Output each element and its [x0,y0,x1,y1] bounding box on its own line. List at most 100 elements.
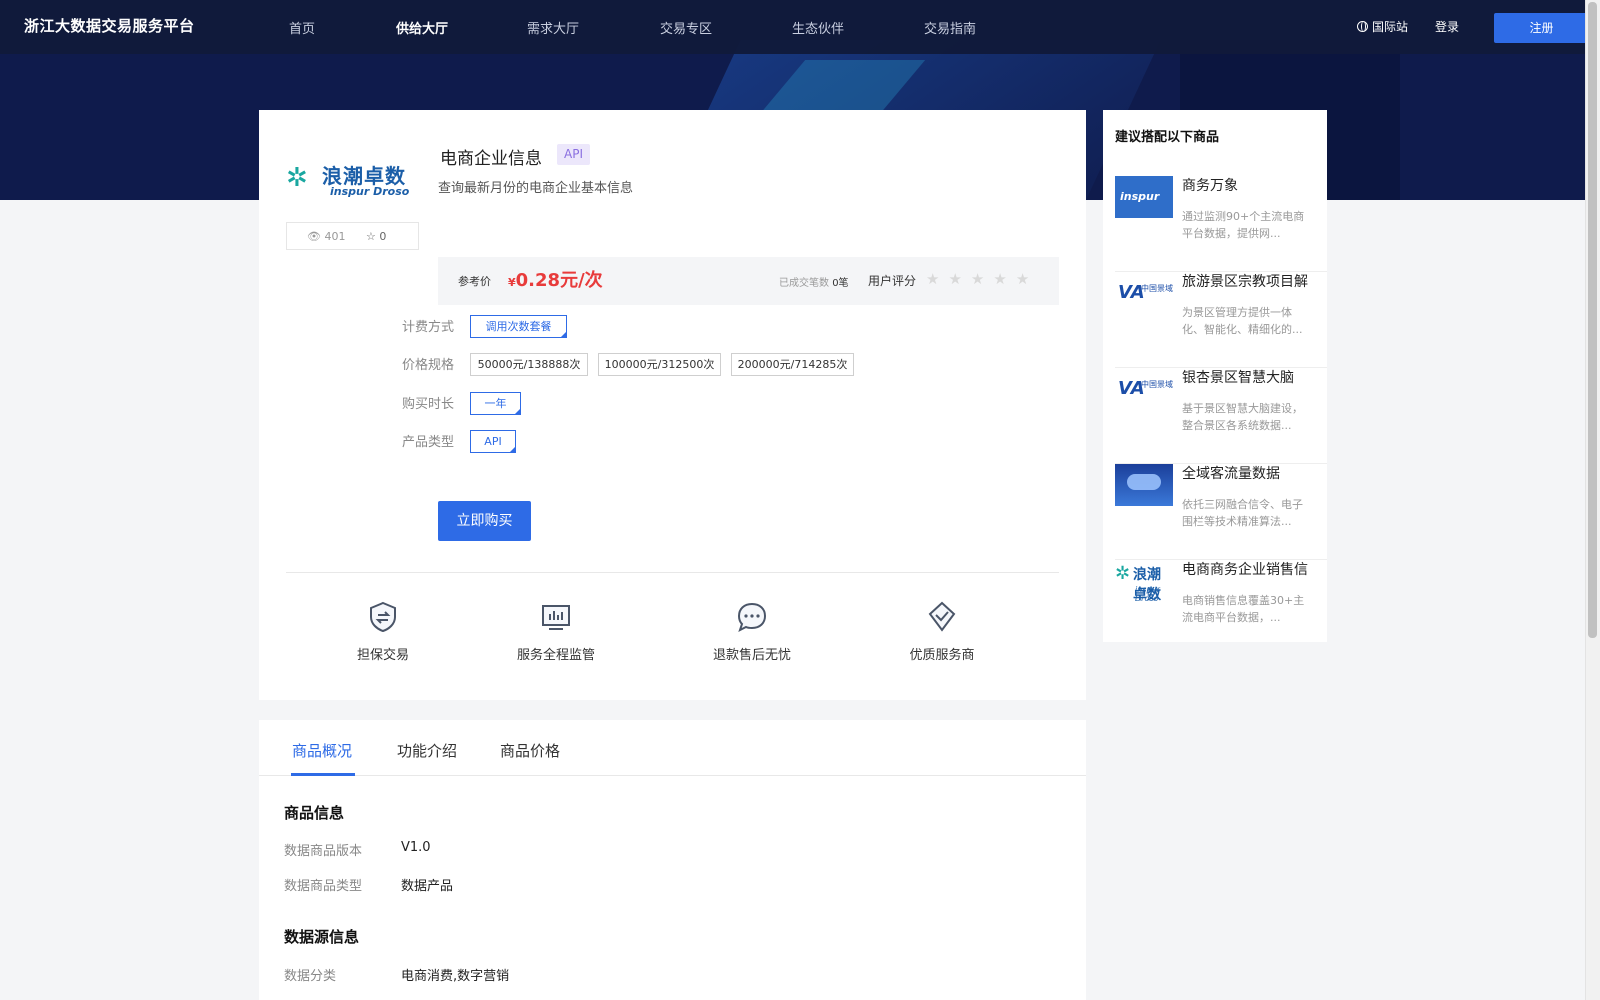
top-navigation: 浙江大数据交易服务平台 首页 供给大厅 需求大厅 交易专区 生态伙伴 交易指南 … [0,0,1589,54]
recommended-item-title: 银杏景区智慧大脑 [1182,370,1294,386]
platform-logo[interactable]: 浙江大数据交易服务平台 [24,15,195,36]
currency-symbol: ¥ [508,276,516,289]
logo-tree-icon: ✲ [286,163,308,193]
product-thumbnail [1115,464,1173,506]
product-details-section: 商品概况 功能介绍 商品价格 商品信息 数据商品版本 V1.0 数据商品类型 数… [259,720,1086,1000]
price-spec-option[interactable]: 50000元/138888次 [470,353,588,376]
nav-item-home[interactable]: 首页 [289,18,315,37]
cloud-icon [1127,474,1161,490]
price-spec-option[interactable]: 100000元/312500次 [598,353,721,376]
product-stats: 👁 401 ☆ 0 [286,222,419,250]
deals-count: 已成交笔数 0笔 [779,274,849,289]
deals-value: 0笔 [832,278,849,289]
nav-item-supply-hall[interactable]: 供给大厅 [396,18,448,37]
buy-now-button[interactable]: 立即购买 [438,501,531,541]
product-type-label: 产品类型 [402,435,455,450]
guarantee-refund: 退款售后无忧 [707,600,797,663]
register-button[interactable]: 注册 [1494,13,1589,43]
price-bar: 参考价 ¥0.28元/次 已成交笔数 0笔 用户评分 ★ ★ ★ ★ ★ [438,257,1059,305]
logo-tree-icon: ✲ [1115,563,1131,584]
duration-option[interactable]: 一年 [470,392,521,415]
favorites-count[interactable]: ☆ 0 [366,230,386,243]
views-count: 👁 401 [307,230,345,243]
guarantee-label: 服务全程监管 [516,648,595,663]
version-value: V1.0 [401,840,431,855]
recommended-item[interactable]: VA 中国景域 旅游景区宗教项目解 为景区管理方提供一体化、智能化、精细化的..… [1115,272,1327,368]
favorites-value: 0 [379,230,387,243]
guarantee-label: 担保交易 [356,648,409,663]
eye-icon: 👁 [307,230,321,243]
price-value: 0.28元/次 [515,270,603,291]
active-tab-indicator [291,773,355,776]
guarantee-supervision: 服务全程监管 [511,600,601,663]
star-icon: ★ [970,270,985,288]
chat-bubble-icon [737,602,767,632]
product-title: 电商企业信息 [440,149,542,169]
international-site-link[interactable]: 国际站 [1357,18,1408,35]
nav-item-trade-zone[interactable]: 交易专区 [660,18,712,37]
nav-item-demand-hall[interactable]: 需求大厅 [527,18,579,37]
tab-features[interactable]: 功能介绍 [397,740,457,761]
product-detail-card: ✲ 浪潮卓数 inspur Droso 👁 401 ☆ 0 电商企业信息 API… [259,110,1086,700]
scrollbar-thumb[interactable] [1588,2,1597,638]
international-site-label: 国际站 [1372,20,1409,34]
nav-item-trade-guide[interactable]: 交易指南 [924,18,976,37]
product-thumbnail: ✲ 浪潮卓数 inspur Droso [1115,560,1173,602]
nav-item-partners[interactable]: 生态伙伴 [792,18,844,37]
recommended-item[interactable]: VA 中国景域 银杏景区智慧大脑 基于景区智慧大脑建设，整合景区各系统数据... [1115,368,1327,464]
diamond-check-icon [928,601,956,632]
recommended-item-desc: 依托三网融合信令、电子围栏等技术精准算法... [1182,498,1303,528]
price-spec-label: 价格规格 [402,358,455,373]
recommended-products: 建议搭配以下商品 inspur 浪潮 商务万象 通过监测90+个主流电商平台数据… [1103,110,1327,642]
logo-text: 中国景域 [1141,380,1173,389]
product-thumbnail: inspur 浪潮 [1115,176,1173,218]
tab-overview[interactable]: 商品概况 [292,740,352,761]
recommended-item-title: 电商商务企业销售信 [1182,562,1308,578]
guarantee-label: 优质服务商 [909,648,975,663]
data-category-value: 电商消费,数字营销 [401,969,510,984]
recommended-item-desc: 电商销售信息覆盖30+主流电商平台数据，... [1182,594,1305,624]
billing-method-label: 计费方式 [402,320,455,335]
product-thumbnail: VA 中国景域 [1115,368,1173,410]
login-link[interactable]: 登录 [1435,18,1459,35]
recommended-item[interactable]: inspur 浪潮 商务万象 通过监测90+个主流电商平台数据，提供网... [1115,176,1327,272]
product-description: 查询最新月份的电商企业基本信息 [438,181,634,196]
provider-logo: ✲ 浪潮卓数 inspur Droso [286,160,421,200]
reference-price-label: 参考价 [458,275,491,288]
star-icon: ★ [1015,270,1030,288]
logo-en-text: inspur Droso [1135,585,1160,602]
product-type-option[interactable]: API [470,430,516,453]
product-thumbnail: VA 中国景域 [1115,272,1173,314]
recommended-item-title: 旅游景区宗教项目解 [1182,274,1308,290]
views-value: 401 [324,230,346,243]
purchase-duration-label: 购买时长 [402,397,455,412]
recommended-item-title: 全域客流量数据 [1182,466,1280,482]
guarantee-escrow: 担保交易 [348,600,418,663]
star-icon: ★ [948,270,962,288]
logo-text: 中国景域 [1141,284,1173,293]
recommended-item-desc: 基于景区智慧大脑建设，整合景区各系统数据... [1182,402,1303,432]
star-icon: ★ [926,270,940,288]
deals-label: 已成交笔数 [779,278,829,289]
recommended-item[interactable]: ✲ 浪潮卓数 inspur Droso 电商商务企业销售信 电商销售信息覆盖30… [1115,560,1327,642]
recommended-title: 建议搭配以下商品 [1115,130,1220,145]
tab-pricing[interactable]: 商品价格 [500,740,560,761]
detail-tabs: 商品概况 功能介绍 商品价格 [259,720,1086,776]
star-icon: ★ [993,270,1007,288]
user-rating-label: 用户评分 [868,274,917,288]
recommended-item-title: 商务万象 [1182,178,1238,194]
recommended-item-desc: 为景区管理方提供一体化、智能化、精细化的... [1182,306,1303,336]
billing-option[interactable]: 调用次数套餐 [470,315,567,338]
globe-icon [1357,21,1368,32]
product-type-info-label: 数据商品类型 [284,879,363,894]
data-category-label: 数据分类 [284,969,337,984]
divider [286,572,1059,573]
monitor-chart-icon [542,605,570,630]
product-type-info-value: 数据产品 [401,879,454,894]
recommended-item[interactable]: 全域客流量数据 依托三网融合信令、电子围栏等技术精准算法... [1115,464,1327,560]
price-spec-option[interactable]: 200000元/714285次 [731,353,854,376]
guarantee-label: 退款售后无忧 [712,648,791,663]
reference-price: ¥0.28元/次 [508,266,603,292]
product-info-heading: 商品信息 [284,804,345,822]
star-outline-icon: ☆ [366,230,376,243]
